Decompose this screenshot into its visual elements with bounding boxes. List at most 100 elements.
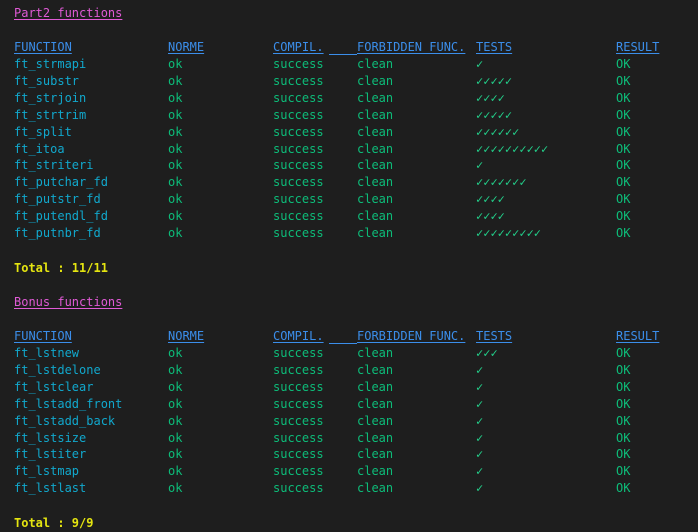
compil-cell: success — [273, 73, 324, 88]
forbidden-cell: clean — [357, 379, 394, 394]
forbidden-cell: clean — [357, 447, 394, 462]
result-cell: OK — [616, 430, 631, 445]
table-row: ft_split ok success clean ✓✓✓✓✓✓ OK — [14, 124, 694, 141]
norme-cell: ok — [168, 464, 183, 479]
table-row: ft_lstmap ok success clean ✓ OK — [14, 463, 694, 480]
forbidden-cell: clean — [357, 158, 394, 173]
bonus-total: Total : 9/9 — [14, 516, 94, 530]
table-row: ft_putstr_fd ok success clean ✓✓✓✓ OK — [14, 191, 694, 208]
result-cell: OK — [616, 90, 631, 105]
function-name-cell: ft_lstiter — [14, 447, 87, 462]
norme-cell: ok — [168, 481, 183, 496]
result-cell: OK — [616, 346, 631, 360]
header-result: RESULT — [616, 329, 660, 343]
forbidden-cell: clean — [357, 464, 394, 479]
forbidden-cell: clean — [357, 124, 394, 139]
compil-cell: success — [273, 90, 324, 105]
tests-cell: ✓ — [476, 379, 484, 394]
table-row: ft_lstnew ok success clean ✓✓✓ OK — [14, 345, 694, 362]
header-underline-gap — [329, 54, 357, 55]
forbidden-cell: clean — [357, 430, 394, 445]
compil-cell: success — [273, 430, 324, 445]
compil-cell: success — [273, 379, 324, 394]
result-cell: OK — [616, 175, 631, 190]
compil-cell: success — [273, 226, 324, 240]
table-row: ft_putnbr_fd ok success clean ✓✓✓✓✓✓✓✓✓ OK — [14, 225, 694, 242]
function-name-cell: ft_putstr_fd — [14, 192, 101, 207]
function-name-cell: ft_putchar_fd — [14, 175, 108, 190]
forbidden-cell: clean — [357, 192, 394, 207]
result-cell: OK — [616, 192, 631, 207]
tests-cell: ✓ — [476, 158, 484, 173]
forbidden-cell: clean — [357, 107, 394, 122]
header-tests: TESTS — [476, 40, 513, 54]
function-name-cell: ft_lstdelone — [14, 362, 101, 377]
forbidden-cell: clean — [357, 362, 394, 377]
function-name-cell: ft_putnbr_fd — [14, 226, 101, 240]
compil-cell: success — [273, 464, 324, 479]
table-row: ft_lstadd_back ok success clean ✓ OK — [14, 413, 694, 430]
norme-cell: ok — [168, 175, 183, 190]
tests-cell: ✓ — [476, 396, 484, 411]
header-compil: COMPIL. — [273, 40, 324, 54]
header-forbidden: FORBIDDEN FUNC. — [357, 329, 466, 343]
bonus-section-title: Bonus functions — [14, 295, 123, 309]
compil-cell: success — [273, 141, 324, 156]
tests-cell: ✓ — [476, 413, 484, 428]
tests-cell: ✓✓✓✓✓✓✓✓✓ — [476, 226, 542, 240]
part2-section-title: Part2 functions — [14, 6, 123, 20]
function-name-cell: ft_striteri — [14, 158, 94, 173]
table-row: ft_strmapi ok success clean ✓ OK — [14, 56, 694, 73]
table-row: ft_strtrim ok success clean ✓✓✓✓✓ OK — [14, 107, 694, 124]
tests-cell: ✓ — [476, 447, 484, 462]
tests-cell: ✓✓✓✓ — [476, 209, 505, 224]
compil-cell: success — [273, 362, 324, 377]
table-row: ft_putendl_fd ok success clean ✓✓✓✓ OK — [14, 208, 694, 225]
compil-cell: success — [273, 481, 324, 496]
table-row: ft_lstiter ok success clean ✓ OK — [14, 446, 694, 463]
function-name-cell: ft_lstlast — [14, 481, 87, 496]
tests-cell: ✓ — [476, 464, 484, 479]
result-cell: OK — [616, 226, 631, 240]
header-result: RESULT — [616, 40, 660, 54]
tests-cell: ✓ — [476, 57, 484, 71]
norme-cell: ok — [168, 90, 183, 105]
norme-cell: ok — [168, 124, 183, 139]
forbidden-cell: clean — [357, 141, 394, 156]
table-row: ft_lstadd_front ok success clean ✓ OK — [14, 396, 694, 413]
function-name-cell: ft_strjoin — [14, 90, 87, 105]
forbidden-cell: clean — [357, 481, 394, 496]
compil-cell: success — [273, 346, 324, 360]
result-cell: OK — [616, 141, 631, 156]
compil-cell: success — [273, 209, 324, 224]
norme-cell: ok — [168, 430, 183, 445]
table-row: ft_lstlast ok success clean ✓ OK — [14, 480, 694, 497]
header-norme: NORME — [168, 40, 205, 54]
result-cell: OK — [616, 57, 631, 71]
result-cell: OK — [616, 396, 631, 411]
table-row: ft_lstdelone ok success clean ✓ OK — [14, 362, 694, 379]
part2-total: Total : 11/11 — [14, 261, 108, 275]
header-function: FUNCTION — [14, 40, 72, 54]
norme-cell: ok — [168, 57, 183, 71]
result-cell: OK — [616, 464, 631, 479]
function-name-cell: ft_substr — [14, 73, 80, 88]
result-cell: OK — [616, 362, 631, 377]
norme-cell: ok — [168, 73, 183, 88]
header-underline-gap — [329, 343, 357, 344]
tests-cell: ✓ — [476, 430, 484, 445]
header-forbidden: FORBIDDEN FUNC. — [357, 40, 466, 54]
compil-cell: success — [273, 107, 324, 122]
result-cell: OK — [616, 73, 631, 88]
function-name-cell: ft_itoa — [14, 141, 65, 156]
header-function: FUNCTION — [14, 329, 72, 343]
compil-cell: success — [273, 413, 324, 428]
function-name-cell: ft_strtrim — [14, 107, 87, 122]
function-name-cell: ft_lstadd_front — [14, 396, 123, 411]
forbidden-cell: clean — [357, 396, 394, 411]
forbidden-cell: clean — [357, 226, 394, 240]
tests-cell: ✓✓✓✓✓✓✓✓✓✓ — [476, 141, 549, 156]
norme-cell: ok — [168, 226, 183, 240]
table-row: ft_itoa ok success clean ✓✓✓✓✓✓✓✓✓✓ OK — [14, 141, 694, 158]
compil-cell: success — [273, 192, 324, 207]
